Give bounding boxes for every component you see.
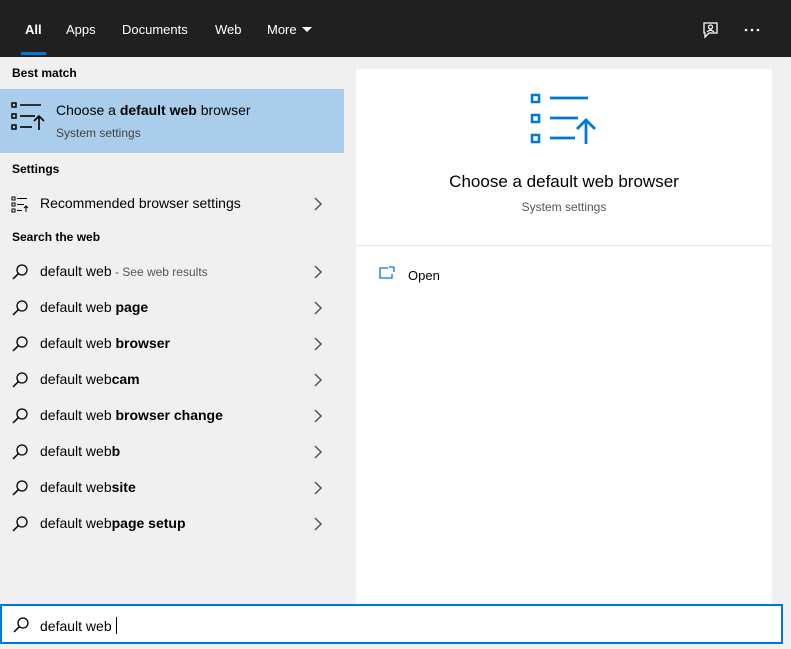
chevron-right-icon	[314, 481, 323, 495]
web-suggestion-hint: - See web results	[111, 265, 208, 279]
preview-pane: Choose a default web browser System sett…	[356, 69, 772, 604]
search-icon	[12, 408, 28, 424]
chevron-right-icon	[314, 197, 323, 211]
chevron-right-icon	[314, 265, 323, 279]
tab-apps[interactable]: Apps	[66, 0, 96, 57]
web-suggestion-label: default web browser change	[40, 407, 223, 423]
web-suggestion-plain: default web	[40, 443, 112, 459]
chevron-right-icon	[314, 409, 323, 423]
feedback-icon[interactable]	[700, 20, 720, 40]
search-icon	[12, 516, 28, 532]
preview-title: Choose a default web browser	[449, 172, 679, 191]
chevron-right-icon	[314, 337, 323, 351]
web-suggestion-label: default web - See web results	[40, 263, 208, 279]
web-suggestion-item[interactable]: default web browser	[0, 325, 344, 361]
open-icon	[379, 266, 395, 279]
search-icon	[12, 444, 28, 460]
default-apps-icon	[530, 93, 596, 144]
search-icon	[12, 264, 28, 280]
search-icon	[12, 300, 28, 316]
web-suggestion-plain: default web	[40, 479, 112, 495]
open-label: Open	[408, 268, 440, 283]
best-match-title: Choose a default web browser	[56, 102, 251, 118]
settings-header: Settings	[12, 162, 60, 176]
default-apps-icon	[11, 102, 45, 130]
more-options-icon[interactable]	[742, 20, 762, 40]
search-box[interactable]: default web	[0, 604, 783, 644]
best-match-title-post: browser	[196, 102, 251, 118]
best-match-header: Best match	[12, 66, 77, 80]
search-input-value: default web	[40, 618, 112, 634]
web-suggestion-label: default web page	[40, 299, 148, 315]
divider	[356, 245, 772, 246]
web-suggestion-plain: default web	[40, 335, 116, 351]
text-cursor	[115, 617, 117, 634]
web-suggestion-bold: b	[111, 443, 121, 459]
web-suggestion-item[interactable]: default web browser change	[0, 397, 344, 433]
best-match-subtitle: System settings	[56, 126, 141, 140]
search-icon	[13, 617, 29, 633]
web-suggestion-label: default website	[40, 479, 136, 495]
results-pane: Best match Choose a default web browser …	[0, 57, 344, 604]
search-icon	[12, 336, 28, 352]
tab-web[interactable]: Web	[215, 0, 242, 57]
chevron-right-icon	[314, 301, 323, 315]
web-suggestion-bold: page setup	[111, 515, 186, 531]
web-suggestion-item[interactable]: default web page	[0, 289, 344, 325]
settings-item-recommended-browser[interactable]: Recommended browser settings	[0, 185, 344, 221]
web-suggestion-label: default web browser	[40, 335, 170, 351]
best-match-title-bold: default web	[119, 102, 197, 118]
web-suggestion-plain: default web	[40, 263, 112, 279]
tab-all[interactable]: All	[21, 0, 46, 57]
web-suggestion-bold: browser change	[115, 407, 223, 423]
web-suggestion-plain: default web	[40, 515, 112, 531]
web-suggestion-label: default webpage setup	[40, 515, 186, 531]
tab-more[interactable]: More	[267, 0, 312, 57]
web-suggestion-label: default webcam	[40, 371, 140, 387]
web-suggestion-plain: default web	[40, 299, 116, 315]
open-action[interactable]: Open	[378, 265, 498, 289]
search-icon	[12, 480, 28, 496]
chevron-right-icon	[314, 373, 323, 387]
web-suggestion-label: default webb	[40, 443, 120, 459]
search-web-header: Search the web	[12, 230, 101, 244]
web-suggestion-item[interactable]: default webpage setup	[0, 505, 344, 541]
best-match-item[interactable]: Choose a default web browser System sett…	[0, 89, 344, 153]
chevron-right-icon	[314, 517, 323, 531]
web-suggestion-bold: page	[115, 299, 149, 315]
settings-list-icon	[11, 196, 29, 213]
search-input[interactable]: default web	[40, 617, 117, 634]
search-filter-bar: All Apps Documents Web More	[0, 0, 791, 57]
web-suggestion-item[interactable]: default webb	[0, 433, 344, 469]
web-suggestion-plain: default web	[40, 407, 116, 423]
search-icon	[12, 372, 28, 388]
tab-more-label: More	[267, 22, 297, 37]
tab-documents[interactable]: Documents	[122, 0, 188, 57]
web-suggestion-item[interactable]: default webcam	[0, 361, 344, 397]
web-suggestion-bold: browser	[115, 335, 170, 351]
chevron-right-icon	[314, 445, 323, 459]
chevron-down-icon	[301, 27, 312, 32]
preview-subtitle: System settings	[521, 200, 607, 214]
best-match-title-pre: Choose a	[56, 102, 120, 118]
web-suggestion-item[interactable]: default web - See web results	[0, 253, 344, 289]
web-suggestion-plain: default web	[40, 371, 112, 387]
web-suggestion-bold: site	[111, 479, 136, 495]
web-suggestion-item[interactable]: default website	[0, 469, 344, 505]
settings-item-label: Recommended browser settings	[40, 195, 241, 211]
web-suggestion-bold: cam	[111, 371, 140, 387]
